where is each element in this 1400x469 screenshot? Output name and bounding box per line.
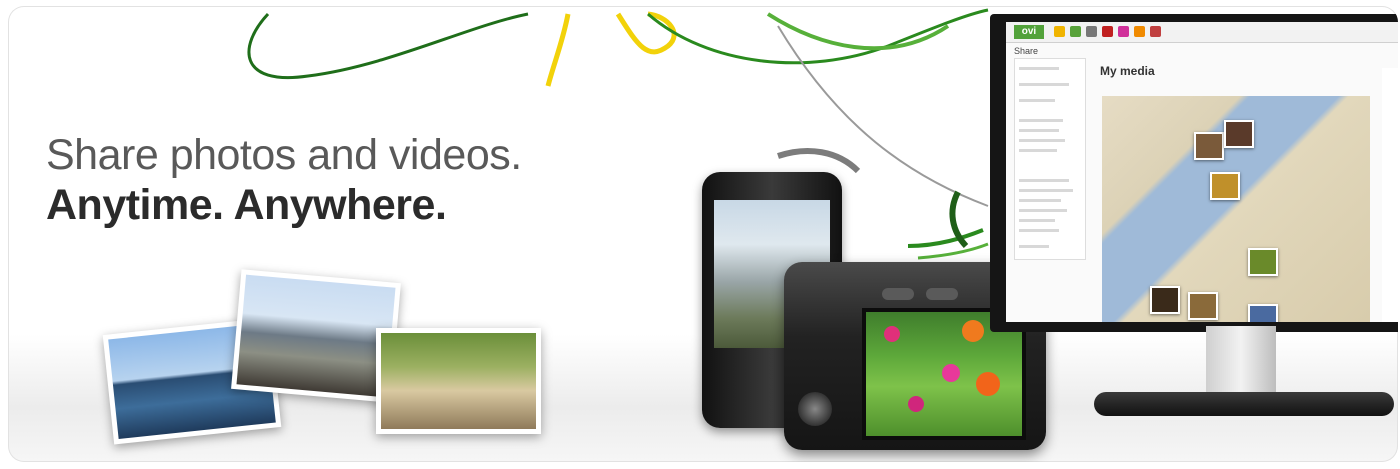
flower-image — [908, 396, 924, 412]
flower-image — [942, 364, 960, 382]
flower-image — [884, 326, 900, 342]
ovi-logo: ovi — [1014, 25, 1044, 39]
sidebar-title: Share — [1014, 46, 1039, 56]
app-sidebar — [1014, 58, 1086, 260]
app-icon — [1134, 26, 1145, 37]
map-photo-thumb — [1188, 292, 1218, 320]
map-photo-thumb — [1224, 120, 1254, 148]
headline-line-2: Anytime. Anywhere. — [46, 181, 447, 229]
camera-button — [926, 288, 958, 300]
camera-dial — [798, 392, 832, 426]
map-photo-thumb — [1210, 172, 1240, 200]
app-icon — [1070, 26, 1081, 37]
monitor-screen: ovi Share My media — [1006, 22, 1398, 322]
flower-image — [976, 372, 1000, 396]
app-icon — [1150, 26, 1161, 37]
map-photo-thumb — [1194, 132, 1224, 160]
app-top-bar: ovi — [1006, 22, 1398, 43]
app-icon — [1102, 26, 1113, 37]
headline: Share photos and videos. Anytime. Anywhe… — [46, 130, 522, 230]
map-photo-thumb — [1248, 304, 1278, 322]
map-photo-thumb — [1248, 248, 1278, 276]
app-icon — [1054, 26, 1065, 37]
headline-line-1: Share photos and videos. — [46, 131, 522, 179]
right-column — [1382, 68, 1398, 322]
flower-image — [962, 320, 984, 342]
monitor-base — [1094, 392, 1394, 416]
my-media-title: My media — [1100, 64, 1155, 78]
media-map — [1102, 96, 1370, 322]
map-photo-thumb — [1150, 286, 1180, 314]
camera-button — [882, 288, 914, 300]
desktop-monitor: ovi Share My media — [990, 14, 1398, 332]
app-icon — [1118, 26, 1129, 37]
app-icon — [1086, 26, 1097, 37]
promo-banner: Share photos and videos. Anytime. Anywhe… — [8, 6, 1398, 462]
photo-cyclists — [376, 328, 541, 434]
